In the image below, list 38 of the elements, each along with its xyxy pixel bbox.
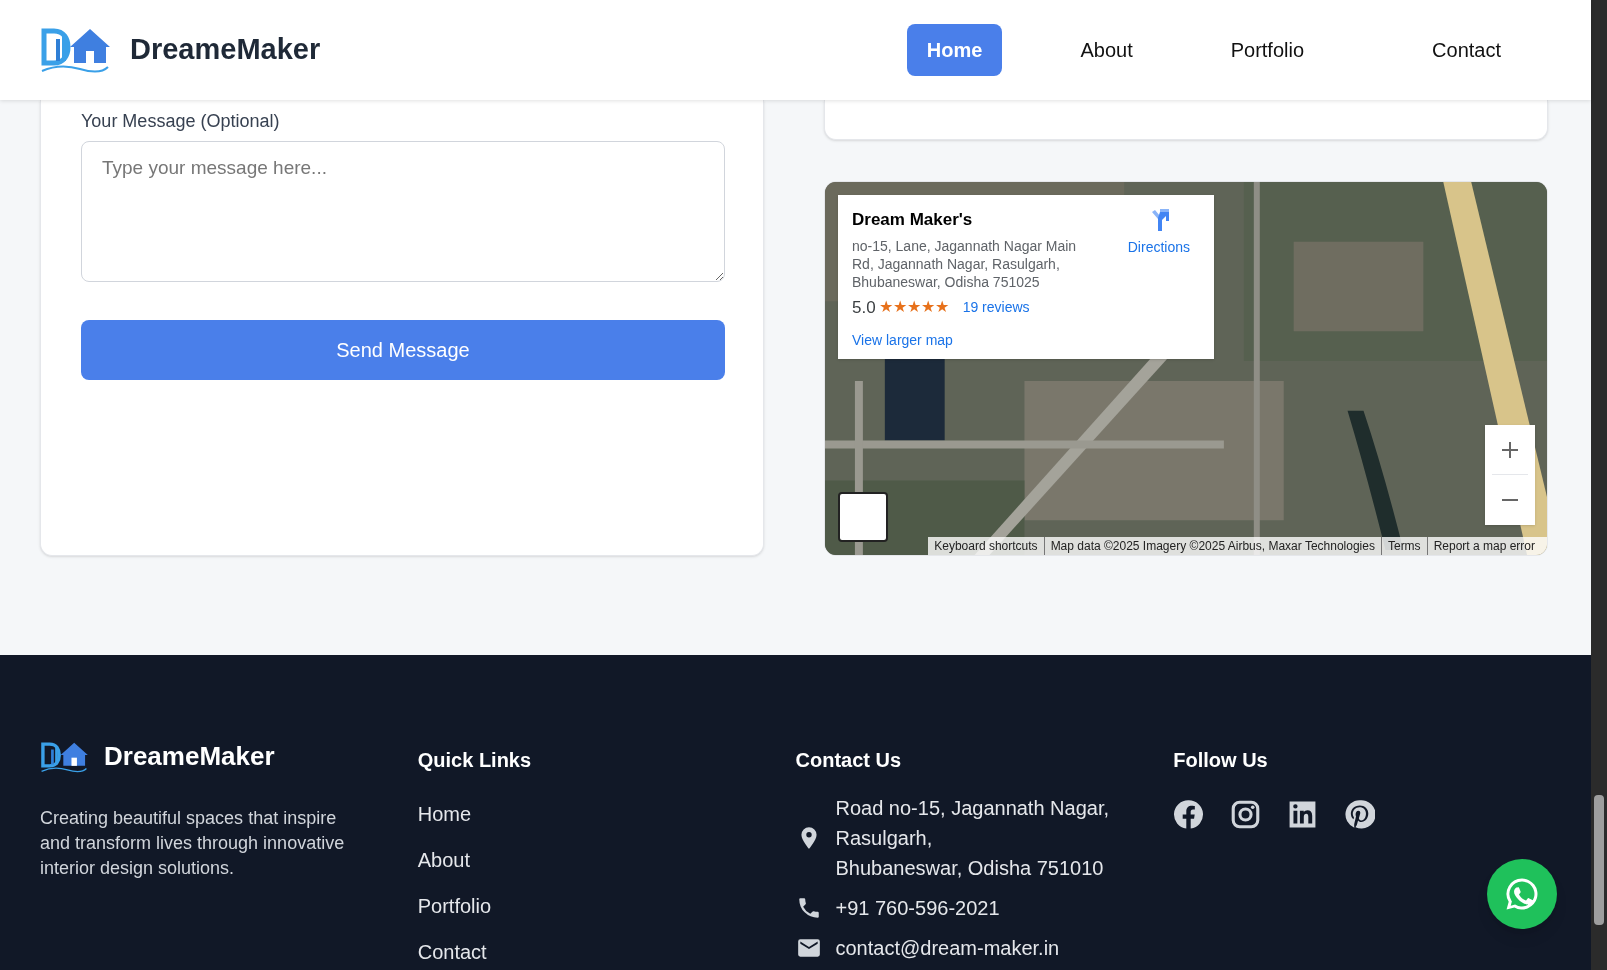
message-field[interactable]: Type your message here... [81, 141, 725, 282]
directions-link[interactable]: Directions [1127, 207, 1190, 291]
contact-address: Road no-15, Jagannath Nagar, Rasulgarh, Bhubaneswar, Odisha 751010 [835, 796, 1110, 881]
scrollbar[interactable] [1591, 0, 1607, 970]
nav-link[interactable]: Home [906, 24, 1003, 76]
footer-link[interactable]: About [417, 845, 796, 875]
place-name: Dream Maker's [852, 209, 974, 231]
send-button[interactable]: Send Message [81, 320, 725, 380]
star-rating: ★★★★★ [878, 299, 949, 316]
footer-description: Creating beautiful spaces that inspire and transform lives through innovative interior design solutions. [40, 807, 346, 880]
attribution-link[interactable]: Terms [1380, 537, 1427, 555]
reviews-link[interactable]: 19 reviews [962, 296, 1030, 318]
contact-phone[interactable]: +91 760-596-2021 [835, 893, 1000, 923]
nav-link[interactable]: About [1060, 24, 1153, 76]
nav-link[interactable]: Portfolio [1210, 24, 1325, 76]
footer-link[interactable]: Home [417, 799, 796, 829]
instagram-icon[interactable] [1230, 799, 1262, 830]
larger-map-link[interactable]: View larger map [852, 330, 1200, 351]
place-address: no-15, Lane, Jagannath Nagar Main Rd, Jagannath Nagar, Rasulgarh, Bhubaneswar, Odisha 751025 [852, 236, 1078, 291]
attribution-link[interactable]: Report a map error [1426, 537, 1541, 555]
brand-name[interactable]: DreameMaker [130, 28, 321, 72]
pinterest-icon[interactable] [1344, 799, 1376, 830]
footer-link[interactable]: Contact [417, 937, 796, 967]
attribution-link[interactable]: Keyboard shortcuts [928, 537, 1044, 555]
footer-link[interactable]: Portfolio [417, 891, 796, 921]
nav-link[interactable]: Contact [1412, 24, 1521, 76]
zoom-in-icon[interactable] [1500, 440, 1520, 460]
column-heading: Quick Links [417, 748, 533, 773]
logo-icon[interactable] [40, 739, 88, 774]
map-type-button[interactable] [838, 492, 888, 542]
field-label: Your Message (Optional) [81, 110, 281, 133]
attribution-link[interactable]: Map data ©2025 Imagery ©2025 Airbus, Maxar Technologies [1043, 537, 1381, 555]
brand-name[interactable]: DreameMaker [104, 737, 275, 776]
column-heading: Follow Us [1173, 748, 1269, 773]
rating-value: 5.0 [852, 296, 876, 319]
facebook-icon[interactable] [1173, 799, 1205, 830]
contact-email[interactable]: contact@dream-maker.in [835, 933, 1060, 963]
column-heading: Contact Us [795, 748, 903, 773]
